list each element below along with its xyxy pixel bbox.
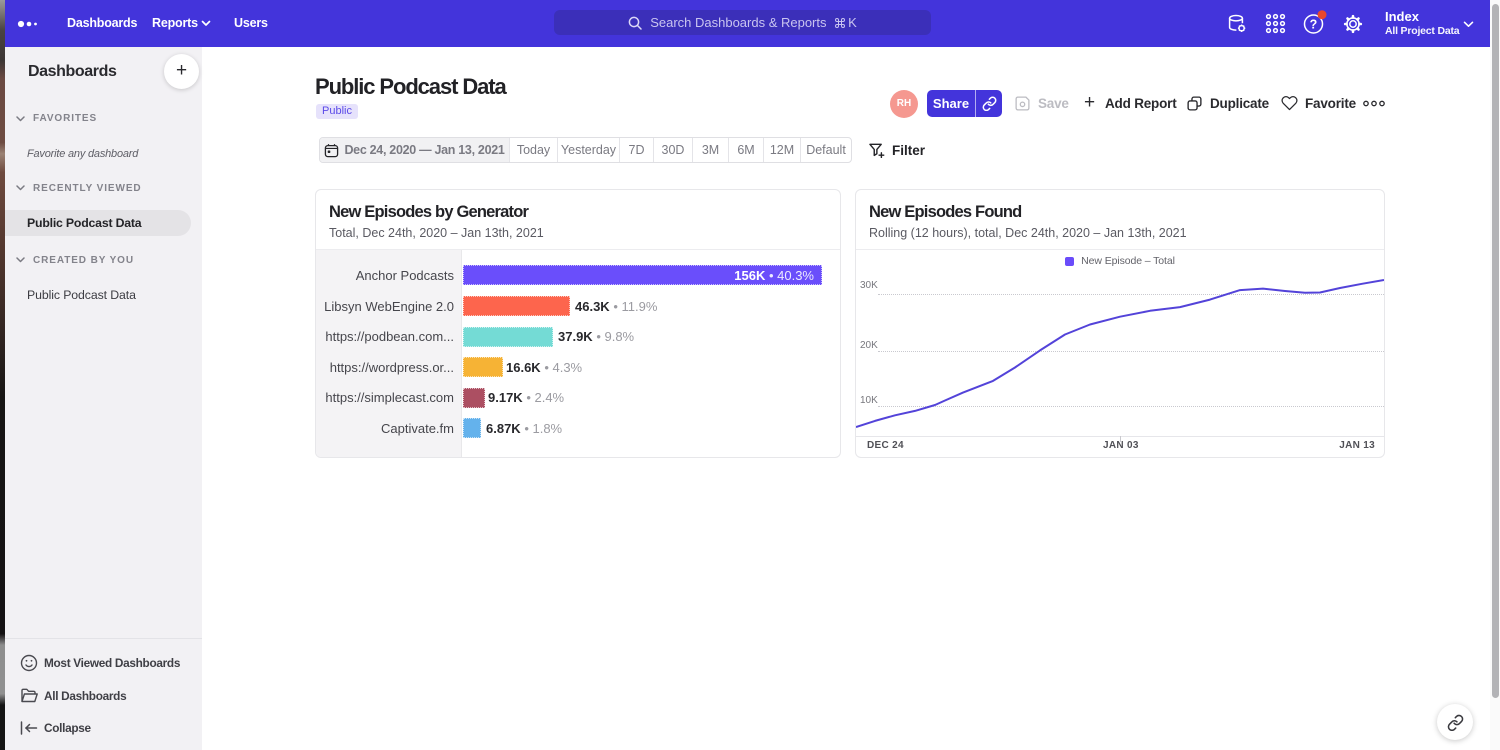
svg-text:?: ? [1310, 18, 1318, 32]
